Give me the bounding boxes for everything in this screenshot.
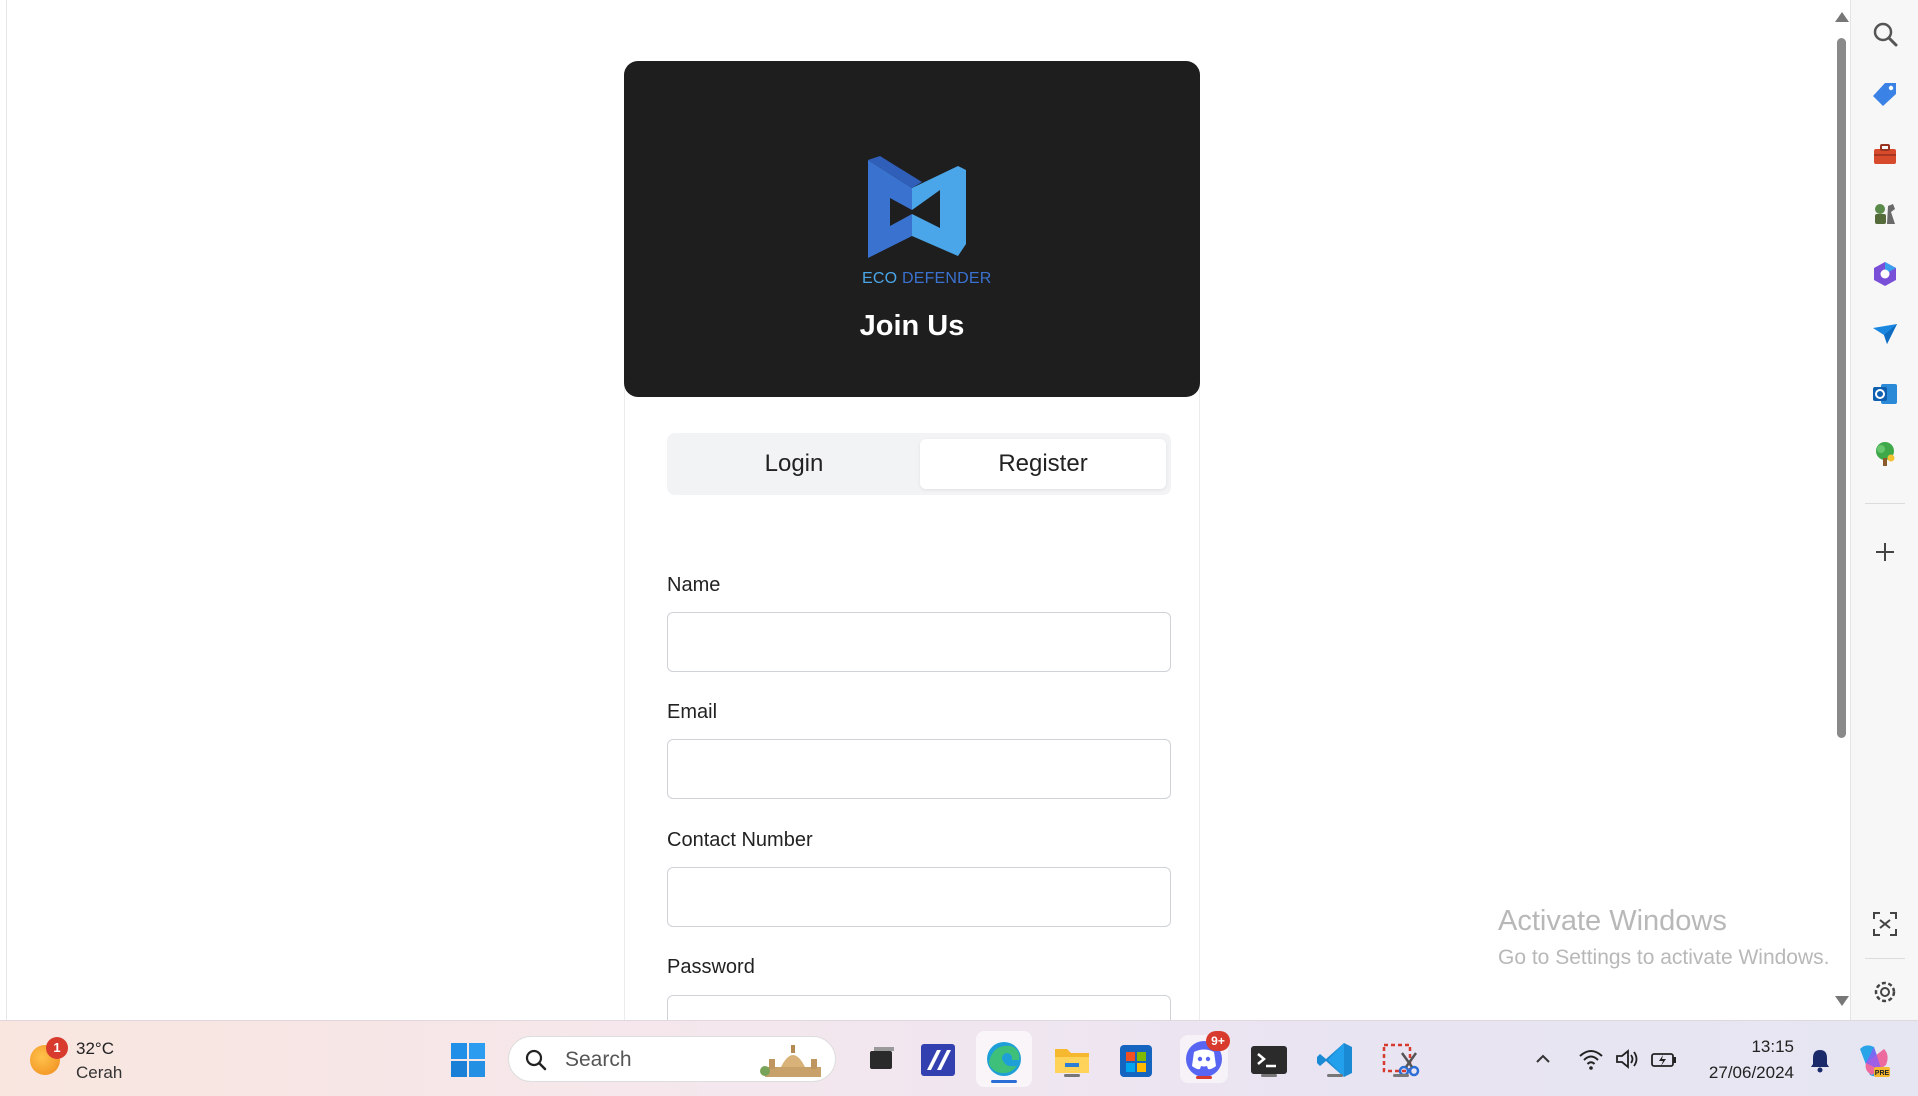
search-icon[interactable] xyxy=(1871,20,1899,48)
discord-notification-badge: 9+ xyxy=(1206,1031,1230,1051)
taskbar-app-vscode[interactable] xyxy=(1314,1039,1356,1081)
discord-running-indicator xyxy=(1196,1076,1212,1079)
screenshot-icon[interactable] xyxy=(1871,910,1899,938)
edge-browser-icon xyxy=(987,1042,1021,1076)
name-input[interactable] xyxy=(667,612,1171,672)
brand-name: ECO DEFENDER xyxy=(862,270,1008,290)
scroll-up-arrow-icon[interactable] xyxy=(1835,12,1849,22)
battery-charging-icon[interactable] xyxy=(1650,1046,1678,1072)
taskbar-app-terminal[interactable] xyxy=(1248,1039,1290,1081)
clock-date: 27/06/2024 xyxy=(1708,1063,1794,1082)
tree-icon[interactable] xyxy=(1871,440,1899,468)
edge-sidebar xyxy=(1850,0,1918,1020)
sidebar-separator-bottom xyxy=(1865,958,1905,959)
taskbar-app-ai[interactable] xyxy=(917,1039,959,1081)
weather-widget[interactable]: 1 32°C Cerah xyxy=(26,1035,136,1083)
scroll-down-arrow-icon[interactable] xyxy=(1835,996,1849,1006)
brand-eco: ECO xyxy=(862,270,898,287)
taskbar-clock[interactable]: 13:15 27/06/2024 xyxy=(1700,1037,1794,1083)
taskbar-app-store[interactable] xyxy=(1115,1039,1157,1081)
page-scrollbar[interactable] xyxy=(1832,0,1850,1020)
password-input[interactable] xyxy=(667,995,1171,1020)
taskbar-app-edge[interactable] xyxy=(976,1031,1032,1087)
scroll-thumb[interactable] xyxy=(1837,38,1846,738)
show-hidden-icons-chevron-up-icon[interactable] xyxy=(1535,1051,1551,1067)
drop-icon[interactable] xyxy=(1871,320,1899,348)
search-highlight-illustration-icon xyxy=(760,1045,821,1077)
brand-defender: DEFENDER xyxy=(901,270,992,287)
activate-windows-watermark: Activate Windows Go to Settings to activ… xyxy=(1498,905,1830,970)
watermark-title: Activate Windows xyxy=(1498,905,1727,937)
taskbar-search[interactable]: Search xyxy=(508,1036,836,1082)
snipping-running-indicator xyxy=(1393,1074,1409,1077)
copilot-icon[interactable]: PRE xyxy=(1852,1041,1892,1081)
outlook-icon[interactable] xyxy=(1871,380,1899,408)
task-view-icon xyxy=(870,1047,894,1069)
clock-time: 13:15 xyxy=(1751,1037,1794,1056)
windows-start-icon[interactable] xyxy=(447,1039,489,1081)
tab-login[interactable]: Login xyxy=(671,439,917,489)
vscode-running-indicator xyxy=(1327,1074,1343,1077)
microsoft-365-icon[interactable] xyxy=(1871,260,1899,288)
weather-badge: 1 xyxy=(46,1037,68,1059)
watermark-subtitle: Go to Settings to activate Windows. xyxy=(1498,946,1830,969)
sidebar-separator xyxy=(1865,503,1905,504)
email-input[interactable] xyxy=(667,739,1171,799)
tab-register[interactable]: Register xyxy=(920,439,1166,489)
microsoft-store-icon xyxy=(1120,1045,1152,1077)
password-label: Password xyxy=(667,956,755,978)
windows-taskbar: 1 32°C Cerah Search 9+ 13:15 27/06/2024 … xyxy=(0,1020,1918,1096)
volume-icon[interactable] xyxy=(1614,1046,1640,1072)
page-title: Join Us xyxy=(859,310,965,342)
weather-description: Cerah xyxy=(76,1063,123,1082)
taskbar-app-task-view[interactable] xyxy=(860,1039,902,1081)
taskbar-app-snipping-tool[interactable] xyxy=(1380,1039,1422,1081)
contact-number-label: Contact Number xyxy=(667,829,813,851)
svg-text:PRE: PRE xyxy=(1875,1070,1890,1077)
games-icon[interactable] xyxy=(1871,200,1899,228)
contact-number-input[interactable] xyxy=(667,867,1171,927)
wifi-icon[interactable] xyxy=(1578,1046,1604,1072)
taskbar-app-discord[interactable]: 9+ xyxy=(1180,1031,1230,1083)
auth-tabs: Login Register xyxy=(667,433,1171,495)
taskbar-search-placeholder: Search xyxy=(565,1048,632,1071)
explorer-running-indicator xyxy=(1064,1074,1080,1077)
email-label: Email xyxy=(667,701,718,723)
taskbar-search-icon xyxy=(525,1049,547,1071)
notification-bell-icon[interactable] xyxy=(1808,1047,1832,1073)
edge-running-indicator xyxy=(991,1080,1017,1083)
weather-temperature: 32°C xyxy=(76,1039,114,1058)
eco-defender-logo-icon xyxy=(868,156,966,258)
shopping-tag-icon[interactable] xyxy=(1871,80,1899,108)
name-label: Name xyxy=(667,574,721,596)
settings-icon[interactable] xyxy=(1871,978,1899,1006)
ai-app-icon xyxy=(921,1044,955,1076)
terminal-running-indicator xyxy=(1261,1074,1277,1077)
taskbar-app-file-explorer[interactable] xyxy=(1051,1039,1093,1081)
add-icon[interactable] xyxy=(1871,538,1899,566)
toolbox-icon[interactable] xyxy=(1871,140,1899,168)
